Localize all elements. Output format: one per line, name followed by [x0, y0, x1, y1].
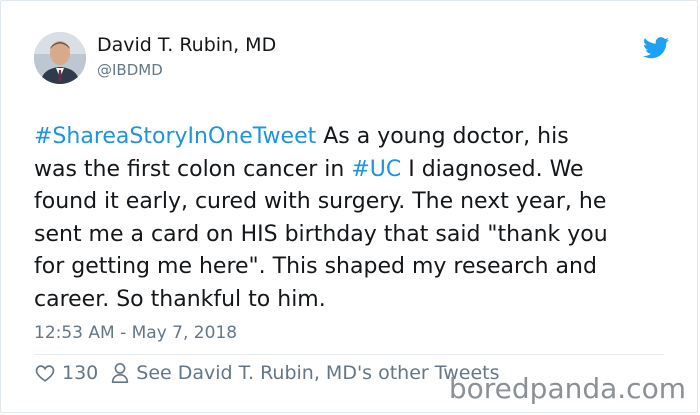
avatar[interactable] — [34, 32, 86, 84]
person-icon — [112, 363, 129, 383]
watermark: boredpanda.com — [448, 372, 686, 405]
heart-icon[interactable] — [34, 362, 56, 384]
other-tweets-link[interactable]: See David T. Rubin, MD's other Tweets — [136, 362, 499, 384]
hashtag-link[interactable]: #ShareaStoryInOneTweet — [34, 124, 316, 149]
tweet-actions: 130 See David T. Rubin, MD's other Tweet… — [34, 359, 500, 387]
tweet-text: #ShareaStoryInOneTweet As a young doctor… — [34, 121, 674, 316]
author-name[interactable]: David T. Rubin, MD — [97, 34, 276, 56]
tweet-timestamp[interactable]: 12:53 AM - May 7, 2018 — [34, 323, 237, 343]
like-count[interactable]: 130 — [62, 362, 98, 384]
divider — [34, 354, 664, 355]
tweet-card: David T. Rubin, MD @IBDMD #ShareaStoryIn… — [0, 0, 698, 413]
avatar-image — [34, 32, 86, 84]
author-handle[interactable]: @IBDMD — [97, 61, 163, 79]
hashtag-link[interactable]: #UC — [351, 157, 401, 182]
twitter-bird-icon[interactable] — [643, 37, 669, 59]
